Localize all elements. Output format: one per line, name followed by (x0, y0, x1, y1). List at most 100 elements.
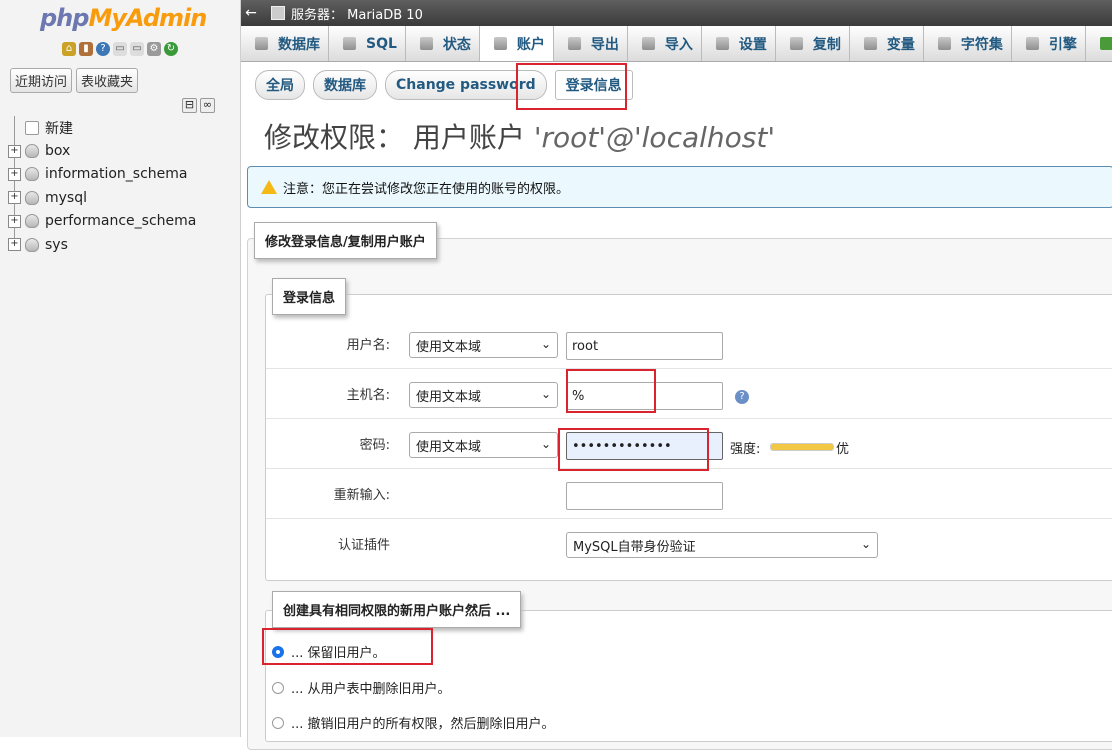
top-menu-tabs: 数据库 SQL 状态 账户 导出 导入 设置 复制 变量 字符集 引擎 插件 (241, 26, 1112, 62)
variables-icon (863, 37, 877, 50)
tree-item-sys[interactable]: + sys (8, 232, 196, 256)
highlight-box (262, 628, 433, 665)
settings-icon[interactable]: ⚙ (147, 42, 161, 56)
tab-label: 账户 (516, 36, 545, 53)
status-chart-icon (419, 37, 433, 50)
tree-item-information-schema[interactable]: + information_schema (8, 162, 196, 187)
back-arrow-icon[interactable]: ← (241, 5, 261, 21)
phpmyadmin-logo[interactable]: phpMyAdmin (40, 4, 207, 32)
tab-label: 导出 (590, 36, 619, 53)
engine-icon (1025, 37, 1039, 50)
logo-links: ⌂ ▮ ? ▭ ▭ ⚙ ↻ (62, 42, 178, 56)
host-label: 主机名: (346, 388, 390, 403)
auth-plugin-select[interactable]: MySQL自带身份验证 ⌄ (566, 532, 878, 558)
tab-engines[interactable]: 引擎 (1012, 26, 1086, 61)
username-type-select[interactable]: 使用文本域 ⌄ (409, 332, 558, 358)
notice-banner: 注意：您正在尝试修改您正在使用的账号的权限。 (247, 166, 1112, 208)
charset-icon (937, 37, 951, 50)
tab-sql[interactable]: SQL (329, 26, 406, 61)
username-row: 用户名: 使用文本域 ⌄ root (266, 318, 1112, 369)
revoke-and-delete-option[interactable]: ... 撤销旧用户的所有权限，然后删除旧用户。 (272, 713, 555, 732)
select-value: 使用文本域 (416, 439, 482, 455)
chevron-down-icon: ⌄ (860, 537, 871, 551)
docs-icon[interactable]: ▭ (113, 42, 127, 56)
tab-label: 设置 (738, 36, 767, 53)
subtab-database[interactable]: 数据库 (313, 70, 377, 100)
strength-meter-fill (771, 444, 833, 450)
database-icon (25, 144, 39, 159)
database-icon (25, 167, 39, 182)
radio-button[interactable] (272, 681, 284, 694)
retype-password-input[interactable] (566, 482, 723, 510)
tab-label: 引擎 (1048, 36, 1077, 53)
auth-plugin-row: 认证插件 MySQL自带身份验证 ⌄ (266, 518, 1112, 568)
expand-icon[interactable]: + (8, 167, 21, 181)
new-database-icon (25, 120, 39, 135)
expand-icon[interactable]: + (8, 144, 21, 158)
tab-accounts[interactable]: 账户 (479, 26, 554, 61)
login-info-legend: 登录信息 (272, 278, 347, 315)
tab-settings[interactable]: 设置 (702, 26, 776, 61)
users-icon (493, 37, 507, 50)
tab-import[interactable]: 导入 (628, 26, 702, 61)
host-type-select[interactable]: 使用文本域 ⌄ (409, 382, 558, 408)
database-icon (25, 190, 39, 205)
link-icon[interactable]: ∞ (200, 98, 215, 113)
help-icon[interactable]: ? (96, 42, 110, 56)
tab-variables[interactable]: 变量 (850, 26, 924, 61)
tree-item-label: mysql (45, 189, 87, 206)
expand-icon[interactable]: + (8, 214, 21, 228)
expand-icon[interactable]: + (8, 191, 21, 205)
sql-docs-icon[interactable]: ▭ (130, 42, 144, 56)
recent-button[interactable]: 近期访问 (10, 68, 73, 93)
chevron-down-icon: ⌄ (540, 337, 551, 351)
subtab-global[interactable]: 全局 (255, 70, 305, 100)
password-label: 密码: (359, 438, 390, 453)
server-label[interactable]: 服务器： MariaDB 10 (291, 4, 423, 23)
tree-item-label: performance_schema (45, 213, 197, 230)
database-icon (255, 37, 268, 50)
tree-item-mysql[interactable]: + mysql (8, 186, 196, 210)
expand-icon[interactable]: + (8, 238, 21, 252)
host-row: 主机名: 使用文本域 ⌄ % ? (266, 368, 1112, 419)
highlight-box (558, 428, 709, 471)
tab-replication[interactable]: 复制 (776, 26, 850, 61)
title-user: 'root'@'localhost' (533, 121, 776, 154)
export-icon (567, 37, 581, 50)
select-value: MySQL自带身份验证 (573, 539, 696, 555)
tab-status[interactable]: 状态 (406, 26, 480, 61)
username-label: 用户名: (346, 338, 390, 353)
tree-item-label: sys (45, 236, 68, 253)
help-icon[interactable]: ? (735, 390, 749, 404)
collapse-all-icon[interactable]: ⊟ (182, 98, 197, 113)
tree-item-new[interactable]: 新建 (8, 116, 196, 140)
server-icon (271, 6, 285, 20)
highlight-box (516, 63, 627, 110)
notice-text: 注意：您正在尝试修改您正在使用的账号的权限。 (283, 181, 570, 197)
tab-plugins[interactable]: 插件 (1086, 26, 1112, 61)
logout-icon[interactable]: ▮ (79, 42, 93, 56)
favorites-button[interactable]: 表收藏夹 (76, 68, 139, 93)
reload-icon[interactable]: ↻ (164, 42, 178, 56)
tree-controls: ⊟ ∞ (182, 98, 215, 113)
tree-item-box[interactable]: + box (8, 139, 196, 163)
tree-item-performance-schema[interactable]: + performance_schema (8, 209, 197, 233)
tab-charsets[interactable]: 字符集 (924, 26, 1012, 61)
password-type-select[interactable]: 使用文本域 ⌄ (409, 432, 558, 458)
strength-meter (770, 443, 834, 451)
delete-old-user-option[interactable]: ... 从用户表中删除旧用户。 (272, 678, 451, 697)
home-icon[interactable]: ⌂ (62, 42, 76, 56)
username-input[interactable]: root (566, 332, 723, 360)
tab-label: 复制 (812, 36, 841, 53)
tab-label: 状态 (442, 36, 471, 53)
server-breadcrumb: ← 服务器： MariaDB 10 (241, 0, 1112, 26)
navigation-panel: phpMyAdmin ⌂ ▮ ? ▭ ▭ ⚙ ↻ 近期访问 表收藏夹 ⊟ ∞ 新… (0, 0, 241, 737)
tree-item-label: information_schema (45, 166, 188, 183)
tab-export[interactable]: 导出 (554, 26, 628, 61)
tab-databases[interactable]: 数据库 (241, 26, 329, 61)
select-value: 使用文本域 (416, 339, 482, 355)
radio-button[interactable] (272, 716, 284, 729)
option-label: ... 撤销旧用户的所有权限，然后删除旧用户。 (291, 717, 555, 732)
tab-label: 导入 (664, 36, 693, 53)
database-icon (25, 237, 39, 252)
